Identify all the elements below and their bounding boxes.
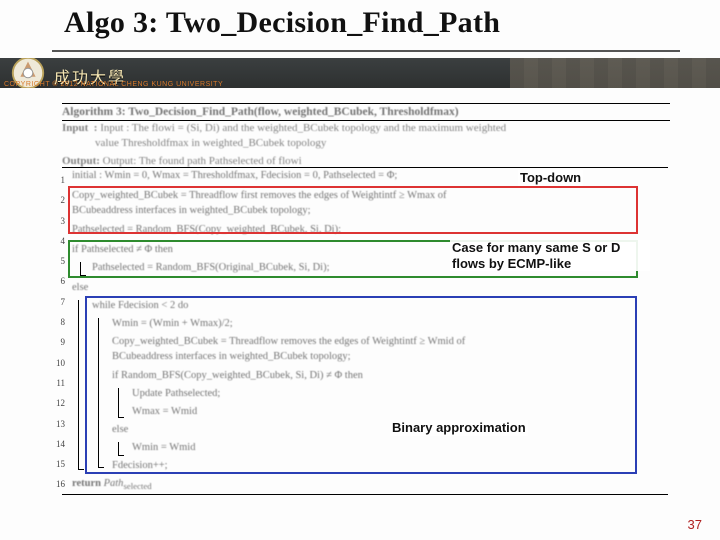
slide-title-area: Algo 3: Two_Decision_Find_Path — [64, 6, 680, 40]
highlight-box-binary — [85, 296, 637, 474]
algorithm-header-block: Algorithm 3: Two_Decision_Find_Path(flow… — [62, 102, 670, 122]
copyright-text: COPYRIGHT © 2012 NATIONAL CHENG KUNG UNI… — [4, 81, 223, 88]
line-number-gutter: 12345678910111213141516 — [55, 170, 65, 495]
algorithm-title: Algorithm 3: Two_Decision_Find_Path(flow… — [62, 105, 670, 119]
algorithm-input: Input : Input : The flowi = (Si, Di) and… — [62, 121, 670, 151]
annotation-binary: Binary approximation — [390, 420, 528, 436]
bracket-icon — [78, 300, 84, 470]
code-line-1: initial : Wmin = 0, Wmax = Thresholdfmax… — [72, 170, 397, 181]
code-line-6: else — [72, 282, 88, 293]
annotation-ecmp: Case for many same S or D flows by ECMP-… — [450, 240, 650, 271]
header-bar: 成功大學 COPYRIGHT © 2012 NATIONAL CHENG KUN… — [0, 58, 720, 88]
slide-title: Algo 3: Two_Decision_Find_Path — [64, 6, 680, 40]
code-line-16: return return PathselectedPathselected — [72, 478, 152, 491]
algorithm-end-rule — [62, 494, 668, 495]
page-number: 37 — [688, 517, 702, 532]
title-underline — [52, 50, 680, 52]
highlight-box-top-down — [68, 186, 638, 234]
campus-photo-strip — [510, 58, 720, 88]
annotation-top-down: Top-down — [518, 170, 583, 186]
slide: { "title": "Algo 3: Two_Decision_Find_Pa… — [0, 0, 720, 540]
algorithm-rule — [62, 167, 668, 168]
